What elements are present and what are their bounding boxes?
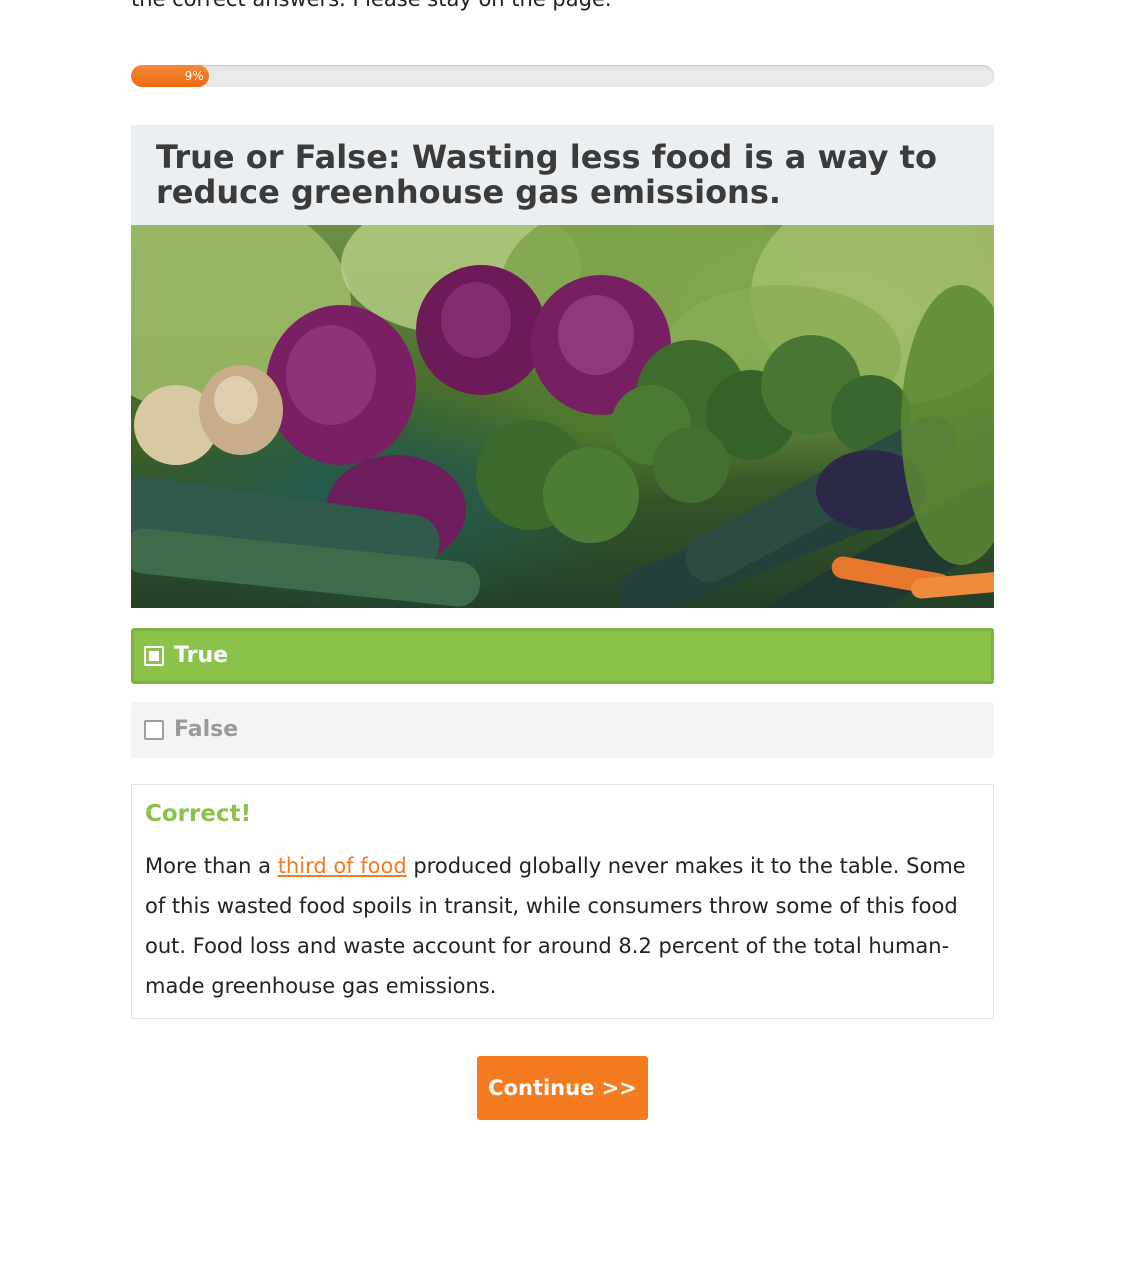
- vegetables-photo-icon: [131, 225, 994, 608]
- answer-option-true[interactable]: True: [131, 628, 994, 684]
- progress-fill: 9%: [131, 65, 209, 87]
- checkbox-checked-icon[interactable]: [144, 646, 164, 666]
- third-of-food-link[interactable]: third of food: [278, 854, 407, 878]
- answer-feedback: Correct! More than a third of food produ…: [131, 784, 994, 1019]
- continue-button[interactable]: Continue >>: [477, 1056, 648, 1120]
- feedback-heading: Correct!: [145, 801, 252, 827]
- answer-label-true: True: [174, 643, 229, 668]
- feedback-text-before-link: More than a: [145, 854, 278, 878]
- answer-option-false[interactable]: False: [131, 702, 994, 758]
- question-card: True or False: Wasting less food is a wa…: [131, 125, 994, 225]
- answer-label-false: False: [174, 717, 239, 742]
- intro-text: the correct answers. Please stay on the …: [131, 0, 994, 14]
- progress-label: 9%: [184, 69, 204, 83]
- checkbox-unchecked-icon[interactable]: [144, 720, 164, 740]
- quiz-progress-bar: 9%: [131, 65, 994, 87]
- feedback-text: More than a third of food produced globa…: [145, 846, 983, 1006]
- question-title: True or False: Wasting less food is a wa…: [156, 138, 937, 211]
- vegetables-image: [131, 225, 994, 608]
